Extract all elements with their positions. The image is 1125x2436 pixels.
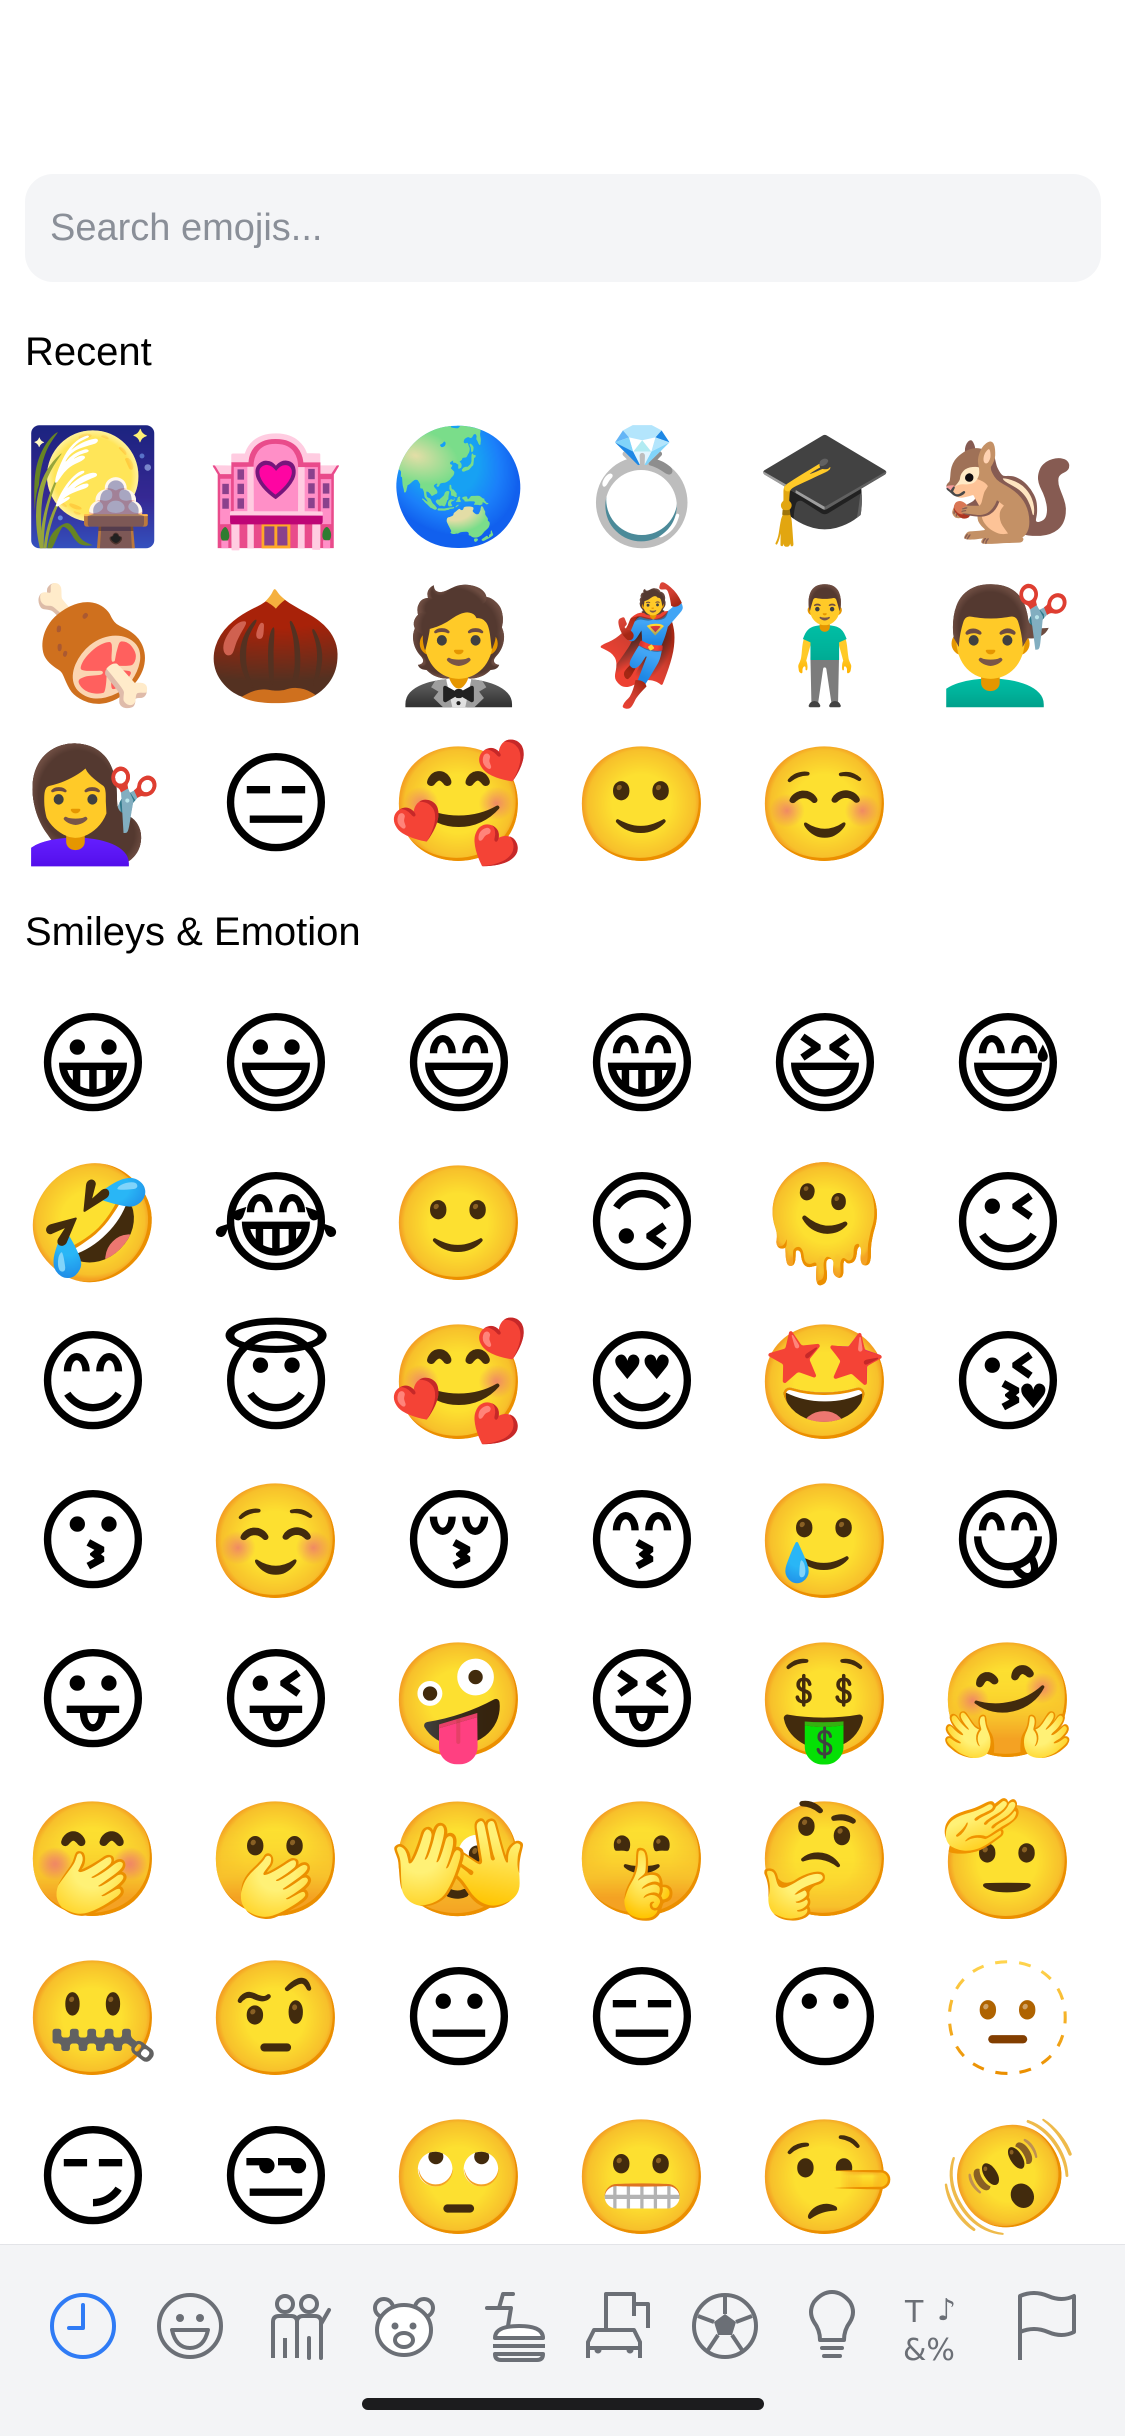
emoji-cell[interactable]: 🤫 (567, 1785, 717, 1935)
emoji-cell[interactable]: 🐿️ (933, 412, 1083, 562)
emoji-cell[interactable]: 🫢 (201, 1785, 351, 1935)
tab-travel[interactable] (573, 2281, 663, 2371)
tab-recent[interactable] (38, 2281, 128, 2371)
emoji-cell[interactable]: 😊 (18, 1308, 168, 1458)
svg-text:♪: ♪ (937, 2293, 956, 2328)
burger-drink-icon (485, 2292, 545, 2362)
lightbulb-icon (809, 2290, 855, 2358)
emoji-cell[interactable]: 😇 (201, 1308, 351, 1458)
emoji-cell[interactable]: 🤨 (201, 1944, 351, 2094)
emoji-cell[interactable]: 😋 (933, 1467, 1083, 1617)
emoji-cell[interactable]: 🙄 (384, 2103, 534, 2253)
soccer-ball-icon (692, 2293, 758, 2359)
emoji-cell[interactable]: 🙂 (384, 1149, 534, 1299)
tab-animals[interactable] (359, 2281, 449, 2371)
emoji-cell[interactable]: 🥲 (750, 1467, 900, 1617)
emoji-cell[interactable]: 🤗 (933, 1626, 1083, 1776)
tab-smileys[interactable] (145, 2281, 235, 2371)
emoji-cell[interactable]: 😶 (750, 1944, 900, 2094)
emoji-cell[interactable]: 🫣 (384, 1785, 534, 1935)
car-building-icon (586, 2292, 650, 2358)
section-title-smileys: Smileys & Emotion (25, 910, 361, 954)
emoji-cell[interactable]: 🤥 (750, 2103, 900, 2253)
emoji-cell[interactable]: 🫨 (933, 2103, 1083, 2253)
emoji-cell[interactable]: 😙 (567, 1467, 717, 1617)
emoji-cell[interactable]: ☺️ (201, 1467, 351, 1617)
section-title-recent: Recent (25, 330, 152, 374)
emoji-cell[interactable]: 😂 (201, 1149, 351, 1299)
home-indicator (362, 2398, 764, 2410)
emoji-cell[interactable]: 💇‍♀️ (18, 730, 168, 880)
emoji-cell[interactable]: 😉 (933, 1149, 1083, 1299)
emoji-cell[interactable]: 😍 (567, 1308, 717, 1458)
emoji-cell[interactable]: 🌏 (384, 412, 534, 562)
emoji-cell[interactable]: 🤔 (750, 1785, 900, 1935)
emoji-cell[interactable]: 😅 (933, 990, 1083, 1140)
emoji-cell[interactable]: 😘 (933, 1308, 1083, 1458)
svg-text:&%: &% (903, 2333, 955, 2364)
emoji-cell[interactable]: 🎑 (18, 412, 168, 562)
emoji-cell[interactable]: 🥰 (384, 1308, 534, 1458)
flag-icon (1018, 2291, 1076, 2360)
emoji-cell[interactable]: 🍖 (18, 571, 168, 721)
tab-people[interactable] (252, 2281, 342, 2371)
tab-food[interactable] (466, 2281, 556, 2371)
emoji-cell[interactable]: 🧍‍♂️ (750, 571, 900, 721)
tab-symbols[interactable]: T ♪ &% (894, 2281, 984, 2371)
emoji-cell[interactable]: 🫥 (933, 1944, 1083, 2094)
emoji-cell[interactable]: 😬 (567, 2103, 717, 2253)
emoji-cell[interactable]: 🥰 (384, 730, 534, 880)
clock-icon (50, 2293, 116, 2359)
emoji-cell[interactable]: 😄 (384, 990, 534, 1140)
search-input[interactable] (25, 174, 1101, 282)
emoji-cell[interactable]: 😝 (567, 1626, 717, 1776)
emoji-cell[interactable]: 🫡 (933, 1785, 1083, 1935)
emoji-cell[interactable]: 😒 (201, 2103, 351, 2253)
emoji-cell[interactable]: 🤑 (750, 1626, 900, 1776)
svg-text:T: T (904, 2295, 924, 2330)
emoji-cell[interactable]: 😚 (384, 1467, 534, 1617)
bear-icon (373, 2297, 435, 2357)
emoji-cell[interactable]: 🌰 (201, 571, 351, 721)
emoji-cell[interactable]: 🤵 (384, 571, 534, 721)
emoji-cell[interactable]: 🤩 (750, 1308, 900, 1458)
emoji-cell[interactable]: 💍 (567, 412, 717, 562)
emoji-cell[interactable]: 😀 (18, 990, 168, 1140)
emoji-cell[interactable]: 😗 (18, 1467, 168, 1617)
emoji-cell[interactable]: ☺️ (750, 730, 900, 880)
emoji-cell[interactable]: 🙂 (567, 730, 717, 880)
emoji-cell[interactable]: 😛 (18, 1626, 168, 1776)
emoji-cell[interactable]: 😁 (567, 990, 717, 1140)
emoji-cell[interactable]: 😏 (18, 2103, 168, 2253)
people-icon (271, 2294, 331, 2360)
tab-flags[interactable] (1001, 2281, 1091, 2371)
emoji-cell[interactable]: 😑 (201, 730, 351, 880)
emoji-cell[interactable]: 😜 (201, 1626, 351, 1776)
emoji-cell[interactable]: 🏩 (201, 412, 351, 562)
tab-objects[interactable] (787, 2281, 877, 2371)
smiley-icon (157, 2293, 223, 2359)
emoji-cell[interactable]: 🤐 (18, 1944, 168, 2094)
search-bar[interactable] (25, 174, 1101, 282)
emoji-cell[interactable]: 😐 (384, 1944, 534, 2094)
emoji-cell[interactable]: 🤣 (18, 1149, 168, 1299)
emoji-cell[interactable]: 🎓 (750, 412, 900, 562)
emoji-cell[interactable]: 😆 (750, 990, 900, 1140)
symbols-icon: T ♪ &% (903, 2293, 956, 2364)
emoji-cell[interactable]: 😑 (567, 1944, 717, 2094)
emoji-cell[interactable]: 🤭 (18, 1785, 168, 1935)
emoji-cell[interactable]: 🦸 (567, 571, 717, 721)
emoji-cell[interactable]: 💇‍♂️ (933, 571, 1083, 721)
emoji-cell[interactable]: 🤪 (384, 1626, 534, 1776)
emoji-cell[interactable]: 🫠 (750, 1149, 900, 1299)
emoji-cell[interactable]: 😃 (201, 990, 351, 1140)
tab-activity[interactable] (680, 2281, 770, 2371)
emoji-cell[interactable]: 🙃 (567, 1149, 717, 1299)
